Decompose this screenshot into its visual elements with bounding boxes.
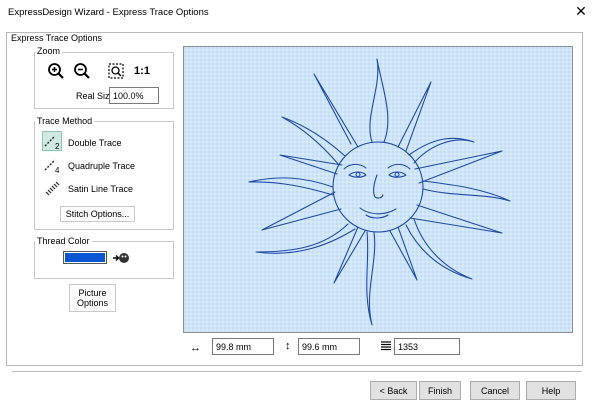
height-icon: ↕ bbox=[285, 340, 291, 352]
width-icon: ↔ bbox=[190, 342, 201, 354]
zoom-out-button[interactable] bbox=[72, 61, 92, 81]
double-trace-icon: 2 bbox=[44, 135, 60, 150]
design-width-field: 99.8 mm bbox=[212, 338, 274, 355]
back-button[interactable]: < Back bbox=[370, 381, 417, 400]
close-icon[interactable]: ✕ bbox=[574, 3, 588, 19]
trace-option-label: Satin Line Trace bbox=[68, 184, 134, 194]
zoom-to-fit-icon bbox=[108, 63, 124, 79]
panel-title: Express Trace Options bbox=[9, 33, 105, 43]
thread-color-picker-button[interactable] bbox=[111, 248, 131, 268]
quadruple-trace-button[interactable]: 4 bbox=[42, 155, 62, 175]
zoom-one-to-one-button[interactable]: 1:1 bbox=[132, 61, 152, 81]
zoom-in-button[interactable] bbox=[46, 61, 66, 81]
thread-color-swatch[interactable] bbox=[63, 251, 107, 264]
zoom-in-icon bbox=[48, 63, 64, 79]
satin-line-icon bbox=[45, 181, 60, 196]
picture-options-line1: Picture bbox=[78, 288, 107, 298]
thread-color-fill bbox=[65, 253, 105, 262]
stitch-count-field: 1353 bbox=[394, 338, 460, 355]
svg-text:4: 4 bbox=[55, 166, 60, 174]
satin-line-trace-button[interactable] bbox=[42, 179, 62, 199]
finish-button[interactable]: Finish bbox=[419, 381, 461, 400]
real-size-input[interactable]: 100.0% bbox=[109, 87, 159, 104]
double-trace-button[interactable]: 2 bbox=[42, 131, 62, 151]
trace-preview bbox=[183, 46, 573, 333]
color-palette-icon bbox=[113, 253, 129, 263]
stitch-options-button[interactable]: Stitch Options... bbox=[60, 206, 135, 222]
thread-color-label: Thread Color bbox=[35, 236, 92, 246]
picture-options-line2: Options bbox=[76, 298, 109, 308]
zoom-out-icon bbox=[74, 63, 90, 79]
zoom-label: Zoom bbox=[35, 46, 63, 56]
stitch-count-icon bbox=[380, 341, 392, 353]
cancel-button[interactable]: Cancel bbox=[470, 381, 520, 400]
svg-text:2: 2 bbox=[55, 142, 60, 150]
trace-option-label: Double Trace bbox=[68, 138, 122, 148]
quadruple-trace-icon: 4 bbox=[44, 159, 60, 174]
help-button[interactable]: Help bbox=[526, 381, 576, 400]
sun-trace-drawing bbox=[184, 47, 572, 332]
zoom-to-fit-button[interactable] bbox=[106, 61, 126, 81]
footer-separator bbox=[12, 371, 582, 372]
design-height-field: 99.6 mm bbox=[298, 338, 360, 355]
picture-options-button[interactable]: Picture Options bbox=[69, 284, 116, 312]
trace-method-label: Trace Method bbox=[35, 116, 95, 126]
window-title: ExpressDesign Wizard - Express Trace Opt… bbox=[8, 7, 209, 18]
trace-option-label: Quadruple Trace bbox=[68, 161, 136, 171]
